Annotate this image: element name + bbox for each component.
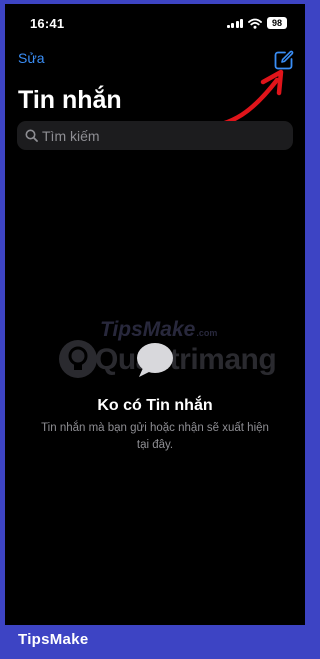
battery-indicator: 98 (267, 17, 287, 29)
watermark-tipsmake: TipsMake.com (100, 318, 218, 341)
wifi-icon (248, 18, 262, 29)
message-bubble-icon (137, 343, 173, 377)
search-input[interactable] (42, 127, 282, 144)
footer-brand: TipsMake (18, 631, 89, 648)
watermark-lightbulb-icon (59, 340, 97, 378)
watermark-quantrimang: Quantrimang (95, 343, 277, 376)
empty-state-title: Ko có Tin nhắn (97, 397, 213, 414)
phone-screen: 16:41 98 Sửa Tin nhắn Tìm kiếm TipsMake.… (5, 4, 305, 625)
edit-button[interactable]: Sửa (18, 50, 45, 66)
status-time: 16:41 (30, 16, 65, 31)
search-icon (25, 129, 38, 142)
status-indicators: 98 (226, 17, 287, 29)
page-title: Tin nhắn (18, 86, 122, 114)
status-bar: 16:41 98 (5, 4, 305, 40)
cellular-signal-icon (226, 18, 243, 28)
empty-state-description: Tin nhắn mà bạn gửi hoặc nhận sẽ xuất hi… (41, 422, 269, 451)
search-bar[interactable] (17, 121, 293, 150)
